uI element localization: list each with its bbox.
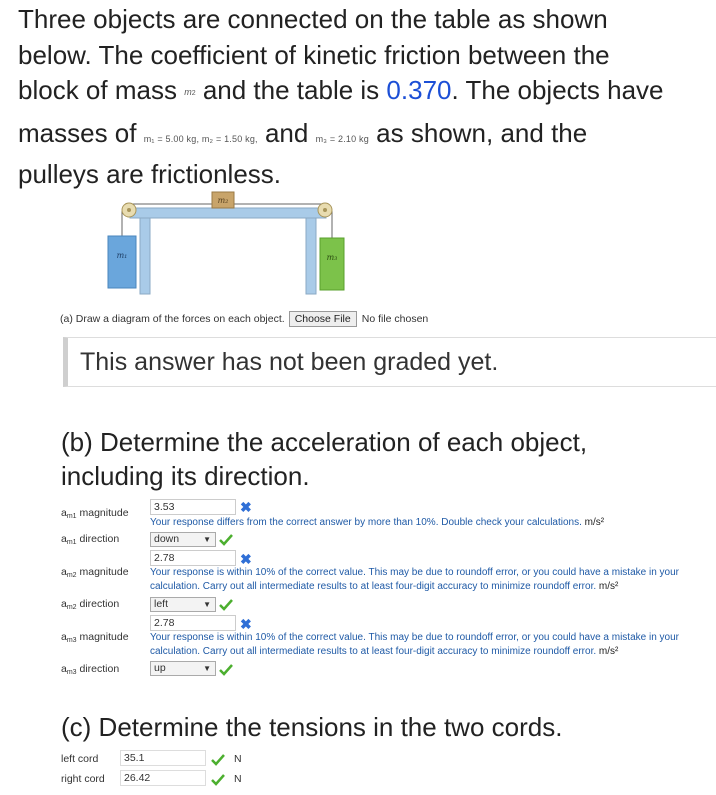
intro-line-2: below. The coefficient of kinetic fricti… (18, 39, 610, 70)
and-word: and (264, 117, 309, 148)
left-cord-label: left cord (61, 753, 99, 765)
intro-line-3b: and the table is (202, 75, 380, 105)
am1-magnitude-label: am1 magnitude (61, 507, 129, 520)
left-cord-unit: N (234, 753, 242, 765)
choose-file-button[interactable]: Choose File (288, 311, 357, 327)
part-a-prompt: (a) Draw a diagram of the forces on each… (60, 313, 285, 325)
dropdown-arrow-icon: ▼ (203, 664, 211, 673)
part-b-line-2: including its direction. (61, 461, 310, 491)
intro-line-4a: masses of (18, 117, 137, 148)
am2-direction-label: am2 direction (61, 598, 120, 611)
mass-value-3: m₃ = 2.10 kg (315, 133, 369, 144)
intro-line-3a: block of mass (18, 75, 177, 105)
m2-symbol: m2 (184, 87, 196, 97)
am1-magnitude-input[interactable]: 3.53 (150, 499, 236, 515)
block-m3-label: m₃ (327, 253, 338, 262)
right-cord-input[interactable]: 26.42 (120, 770, 206, 786)
intro-line-4b: as shown, and the (376, 117, 588, 148)
part-b-question: (b) Determine the acceleration of each o… (61, 425, 701, 493)
part-c-question: (c) Determine the tensions in the two co… (61, 712, 563, 742)
table-leg-right (305, 217, 317, 295)
am3-direction-label: am3 direction (61, 663, 120, 676)
am1-feedback: Your response differs from the correct a… (150, 517, 605, 528)
am2-feedback: Your response is within 10% of the corre… (150, 567, 679, 592)
intro-line-4: masses of m₁ = 5.00 kg, m₂ = 1.50 kg, an… (18, 116, 714, 158)
part-b-line-1: (b) Determine the acceleration of each o… (61, 427, 588, 457)
am1-direction-label: am1 direction (61, 533, 120, 546)
right-cord-unit: N (234, 773, 242, 785)
graded-status-box: This answer has not been graded yet. (63, 337, 716, 387)
intro-line-3: block of mass m2 and the table is 0.370.… (18, 73, 714, 116)
part-a-row: (a) Draw a diagram of the forces on each… (60, 311, 428, 327)
correct-check-icon (219, 664, 233, 676)
pulley-diagram: m₂ m₁ m₃ (107, 191, 345, 295)
correct-check-icon (219, 599, 233, 611)
intro-line-3c: . The objects have (451, 75, 664, 105)
am1-direction-select[interactable]: down ▼ (150, 532, 216, 547)
intro-line-1: Three objects are connected on the table… (18, 4, 608, 34)
table-leg-left (139, 217, 151, 295)
table-top (129, 207, 327, 219)
block-m3 (319, 237, 345, 291)
dropdown-arrow-icon: ▼ (203, 535, 211, 544)
am3-feedback: Your response is within 10% of the corre… (150, 632, 679, 657)
correct-check-icon (219, 534, 233, 546)
problem-statement: Three objects are connected on the table… (18, 2, 714, 193)
friction-coefficient: 0.370 (386, 75, 452, 105)
am2-direction-select[interactable]: left ▼ (150, 597, 216, 612)
block-m2-label: m₂ (218, 196, 229, 205)
correct-check-icon (211, 774, 225, 786)
block-m1 (107, 235, 137, 289)
am2-magnitude-input[interactable]: 2.78 (150, 550, 236, 566)
left-cord-input[interactable]: 35.1 (120, 750, 206, 766)
mass-values-1-2: m₁ = 5.00 kg, m₂ = 1.50 kg, (143, 133, 258, 144)
am3-direction-select[interactable]: up ▼ (150, 661, 216, 676)
am2-magnitude-label: am2 magnitude (61, 566, 129, 579)
am3-magnitude-label: am3 magnitude (61, 631, 129, 644)
dropdown-arrow-icon: ▼ (203, 600, 211, 609)
am3-magnitude-input[interactable]: 2.78 (150, 615, 236, 631)
block-m1-label: m₁ (117, 251, 128, 260)
correct-check-icon (211, 754, 225, 766)
right-cord-label: right cord (61, 773, 105, 785)
file-status: No file chosen (361, 313, 429, 325)
wrong-x-icon: ✖ (240, 499, 252, 515)
